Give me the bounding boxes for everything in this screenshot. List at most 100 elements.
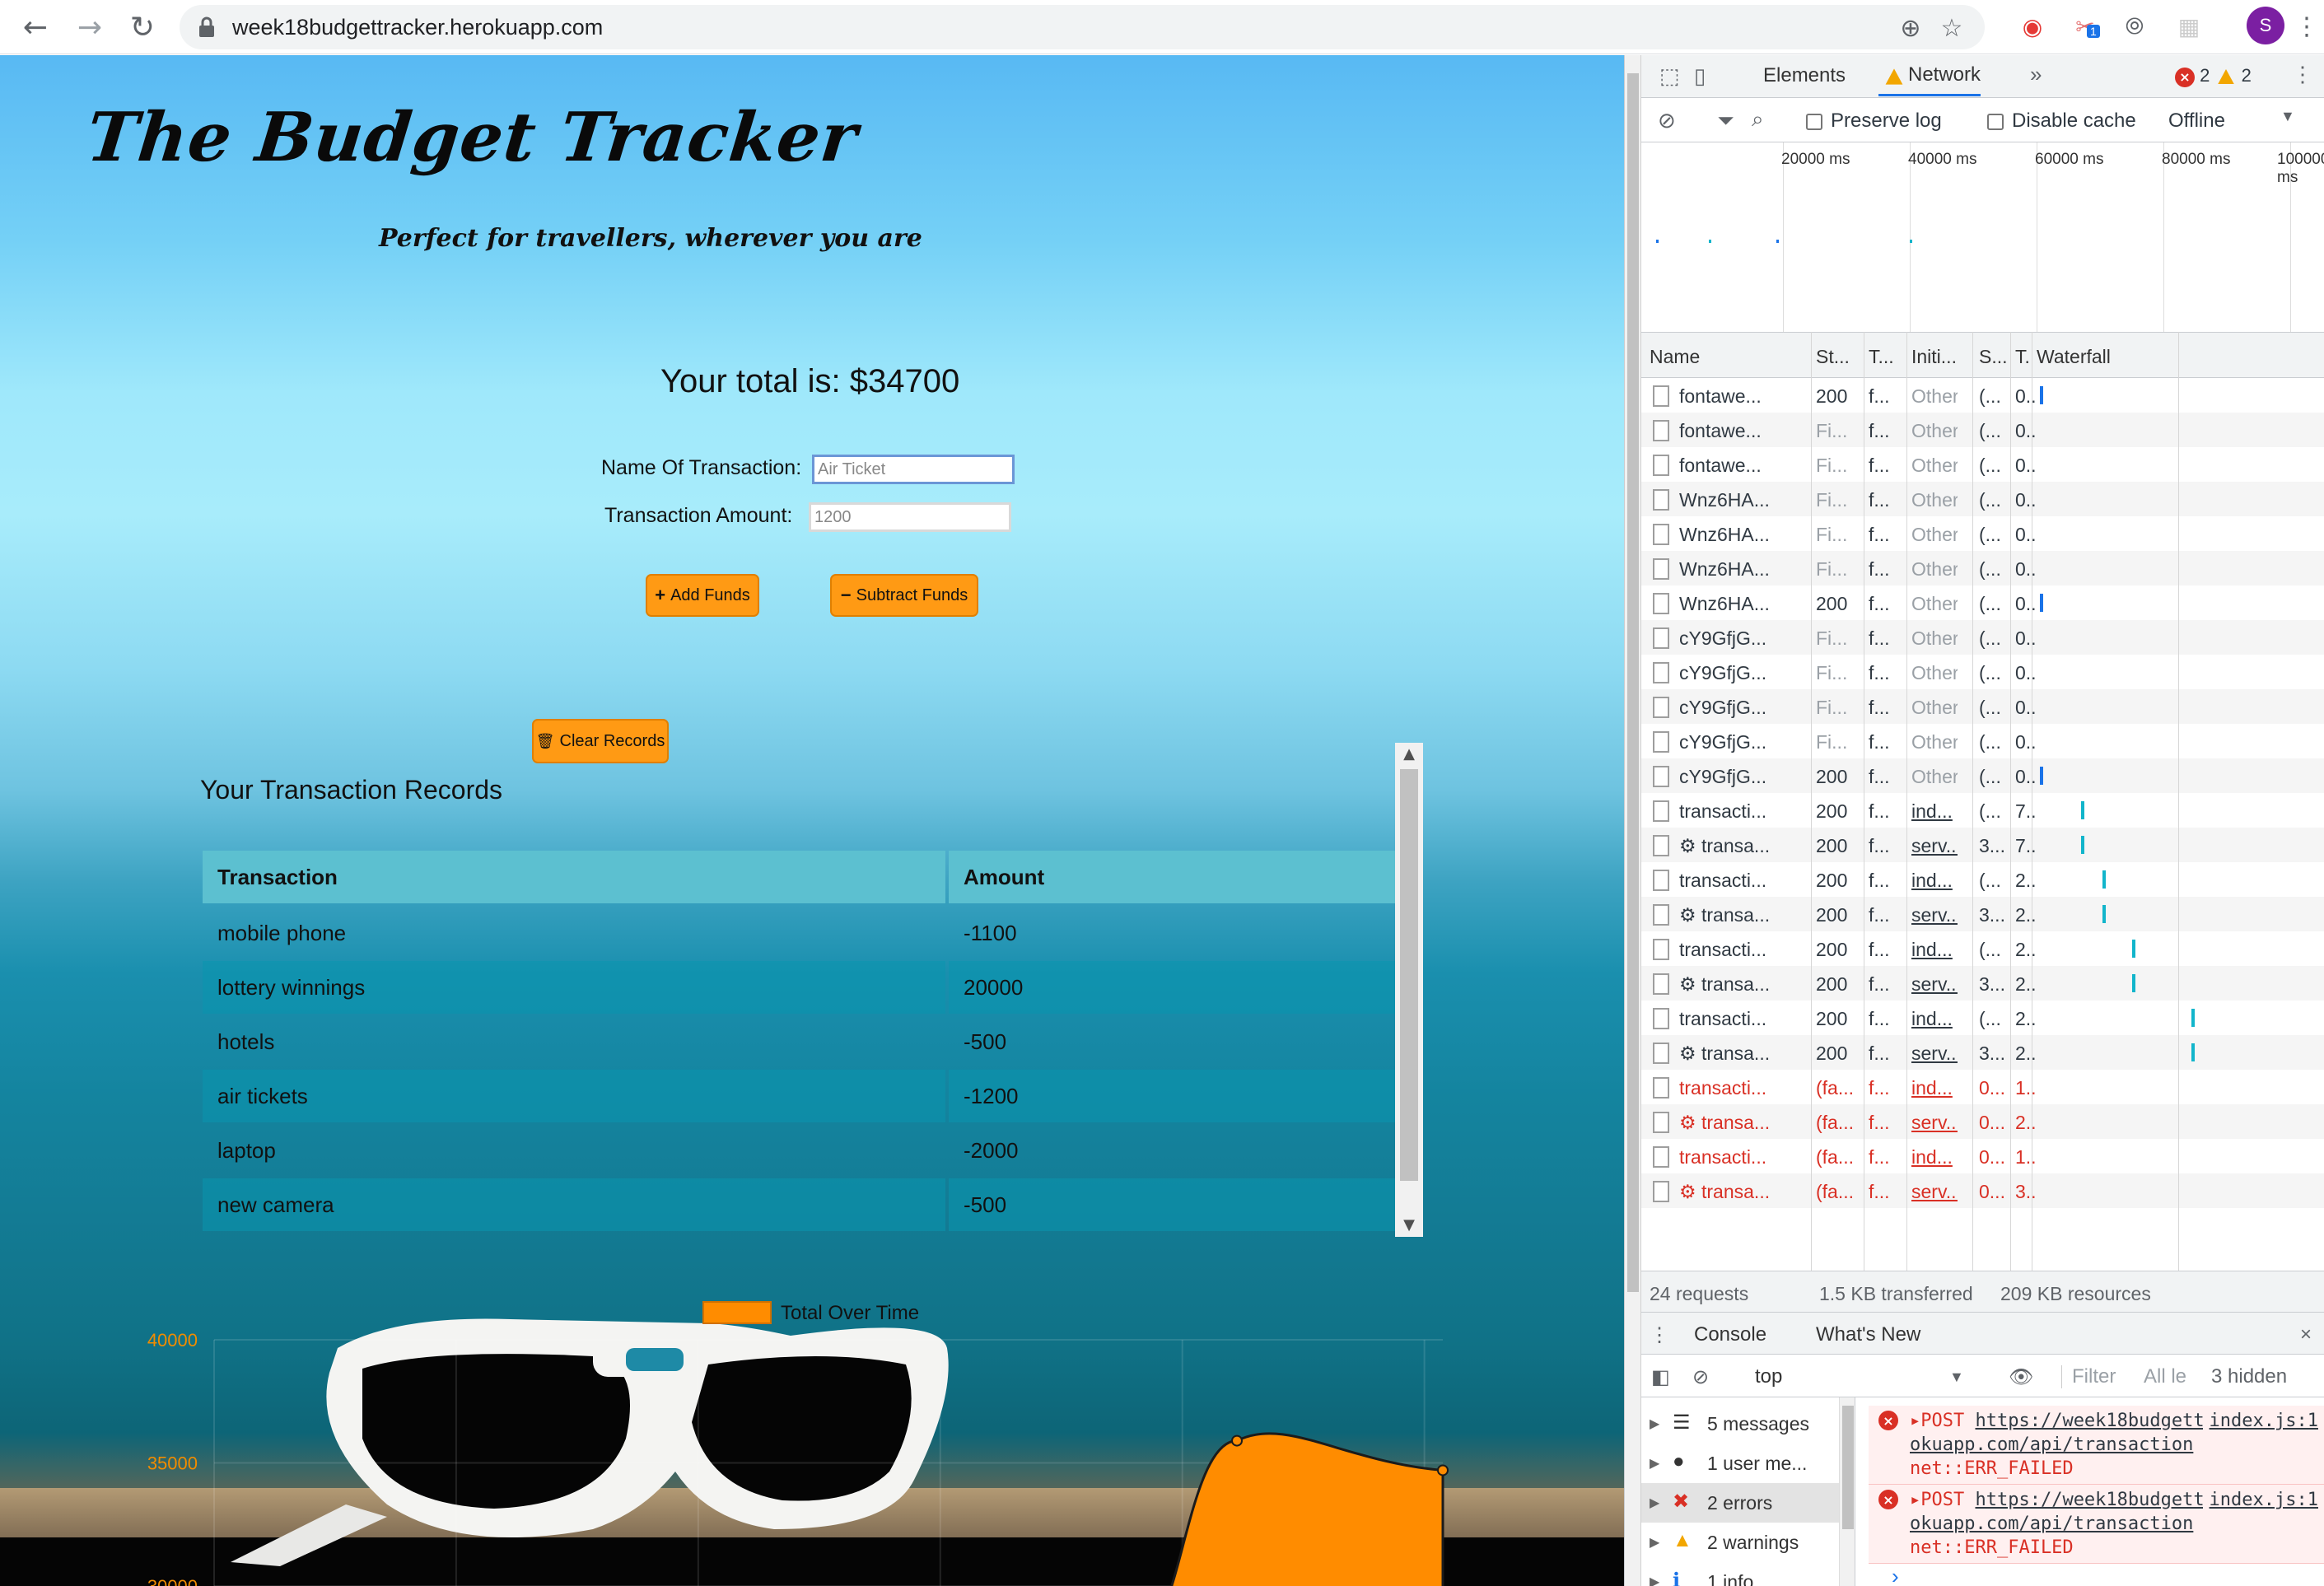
network-request-row[interactable]: Wnz6HA... Fi... f... Other (... 0..	[1641, 482, 2324, 516]
request-init[interactable]: Other	[1911, 489, 1958, 511]
column-header[interactable]: S...	[1979, 346, 2008, 368]
expand-triangle-icon[interactable]: ▶	[1650, 1534, 1659, 1551]
star-bookmark-icon[interactable]: ☆	[1939, 14, 1965, 43]
request-init[interactable]: serv...	[1911, 835, 1958, 857]
expand-triangle-icon[interactable]: ▶	[1650, 1574, 1659, 1586]
console-sidebar-scrollbar[interactable]	[1839, 1397, 1855, 1586]
search-icon[interactable]: ⌕	[1752, 106, 1764, 133]
network-request-row[interactable]: Wnz6HA... Fi... f... Other (... 0..	[1641, 551, 2324, 585]
network-request-row[interactable]: transacti... 200 f... ind... (... 2..	[1641, 1001, 2324, 1035]
console-sidebar-item[interactable]: ▶ ▲ 2 warnings	[1641, 1523, 1839, 1562]
request-init[interactable]: ind...	[1911, 939, 1953, 961]
extension-share-icon[interactable]: ✂ 1	[2069, 10, 2102, 43]
page-scroll-thumb[interactable]	[1627, 73, 1639, 1292]
console-sidebar-item[interactable]: ▶ ℹ 1 info	[1641, 1562, 1839, 1586]
reload-icon[interactable]: ↻	[120, 5, 165, 49]
device-toggle-icon[interactable]: ▯	[1694, 63, 1706, 89]
request-init[interactable]: Other	[1911, 731, 1958, 753]
column-header[interactable]: T.	[2015, 346, 2030, 368]
request-init[interactable]: serv...	[1911, 1043, 1958, 1065]
subtract-funds-button[interactable]: − Subtract Funds	[830, 574, 978, 617]
throttle-select[interactable]: Offline	[2168, 110, 2225, 133]
request-init[interactable]: Other	[1911, 593, 1958, 615]
network-request-row[interactable]: cY9GfjG... Fi... f... Other (... 0..	[1641, 724, 2324, 758]
expand-triangle-icon[interactable]: ▸	[1910, 1411, 1920, 1431]
network-request-row[interactable]: ⚙ transa... 200 f... serv... 3... 2..	[1641, 966, 2324, 1001]
console-sidebar-item[interactable]: ▶ ● 1 user me...	[1641, 1444, 1839, 1483]
chevron-down-icon[interactable]: ▼	[2280, 108, 2295, 125]
request-init[interactable]: serv...	[1911, 1181, 1958, 1203]
clear-records-button[interactable]: 🗑 Clear Records	[532, 719, 669, 763]
scroll-thumb[interactable]	[1400, 769, 1418, 1181]
network-request-row[interactable]: Wnz6HA... 200 f... Other (... 0..	[1641, 585, 2324, 620]
clear-icon[interactable]: ⊘	[1658, 108, 1676, 133]
context-chevron-icon[interactable]: ▼	[1949, 1369, 1964, 1386]
extension-code-icon[interactable]: ⦾	[2118, 10, 2151, 43]
more-tabs-icon[interactable]: »	[2030, 62, 2042, 87]
network-request-row[interactable]: cY9GfjG... 200 f... Other (... 0..	[1641, 758, 2324, 793]
request-init[interactable]: ind...	[1911, 1077, 1953, 1099]
request-init[interactable]: Other	[1911, 524, 1958, 546]
inspect-icon[interactable]: ⬚	[1659, 63, 1680, 89]
request-init[interactable]: Other	[1911, 662, 1958, 684]
network-request-row[interactable]: ⚙ transa... 200 f... serv... 3... 2..	[1641, 1035, 2324, 1070]
expand-triangle-icon[interactable]: ▶	[1650, 1495, 1659, 1511]
transaction-amount-input[interactable]: 1200	[809, 502, 1011, 532]
column-header[interactable]: St...	[1816, 346, 1850, 368]
close-drawer-icon[interactable]: ×	[2300, 1323, 2312, 1346]
request-init[interactable]: Other	[1911, 697, 1958, 719]
clear-console-icon[interactable]: ⊘	[1692, 1365, 1709, 1389]
request-init[interactable]: Other	[1911, 558, 1958, 581]
tab-elements[interactable]: Elements	[1763, 55, 1846, 96]
network-request-row[interactable]: transacti... (fa... f... ind... 0... 1..	[1641, 1139, 2324, 1173]
source-link[interactable]: index.js:1	[2202, 1488, 2318, 1512]
column-header[interactable]: Waterfall	[2037, 346, 2111, 368]
forward-arrow-icon[interactable]: →	[68, 5, 112, 49]
request-init[interactable]: serv...	[1911, 1112, 1958, 1134]
console-prompt[interactable]: ›	[1892, 1564, 1899, 1586]
extension-red-icon[interactable]: ◉	[2016, 10, 2049, 43]
disable-cache-checkbox[interactable]: Disable cache	[1987, 110, 2136, 133]
address-bar[interactable]: week18budgettracker.herokuapp.com ⊕ ☆	[180, 5, 1985, 49]
column-header[interactable]: T...	[1869, 346, 1894, 368]
console-sidebar-item[interactable]: ▶ ✖ 2 errors	[1641, 1483, 1839, 1523]
console-filter-input[interactable]: Filter	[2061, 1365, 2116, 1388]
transaction-name-input[interactable]: Air Ticket	[812, 455, 1015, 484]
scroll-up-arrow-icon[interactable]: ▲	[1395, 743, 1423, 766]
console-error-message[interactable]: × ▸POST https://week18budgettracker.hero…	[1869, 1406, 2324, 1485]
drawer-menu-icon[interactable]: ⋮	[1650, 1323, 1669, 1347]
network-request-row[interactable]: transacti... 200 f... ind... (... 2..	[1641, 862, 2324, 897]
network-request-row[interactable]: Wnz6HA... Fi... f... Other (... 0..	[1641, 516, 2324, 551]
request-init[interactable]: serv...	[1911, 904, 1958, 926]
network-request-row[interactable]: ⚙ transa... (fa... f... serv... 0... 2..	[1641, 1104, 2324, 1139]
request-init[interactable]: ind...	[1911, 800, 1953, 823]
error-counter[interactable]: × 2 2	[2175, 65, 2252, 87]
filter-icon[interactable]: ⏷	[1717, 108, 1734, 134]
table-scrollbar[interactable]: ▲ ▼	[1395, 743, 1423, 1237]
network-request-row[interactable]: fontawe... Fi... f... Other (... 0..	[1641, 413, 2324, 447]
tab-network[interactable]: Network	[1878, 55, 1981, 96]
request-init[interactable]: serv...	[1911, 973, 1958, 996]
network-request-row[interactable]: cY9GfjG... Fi... f... Other (... 0..	[1641, 655, 2324, 689]
extension-grid-icon[interactable]: ▦	[2172, 10, 2205, 43]
column-header[interactable]: Name	[1650, 346, 1700, 368]
network-request-row[interactable]: transacti... (fa... f... ind... 0... 1..	[1641, 1070, 2324, 1104]
request-init[interactable]: Other	[1911, 766, 1958, 788]
network-request-row[interactable]: ⚙ transa... 200 f... serv... 3... 2..	[1641, 897, 2324, 931]
eye-icon[interactable]: 👁	[2009, 1365, 2033, 1389]
console-error-message[interactable]: × ▸POST https://week18budgettracker.hero…	[1869, 1485, 2324, 1564]
context-select[interactable]: top	[1755, 1365, 1782, 1388]
source-link[interactable]: index.js:1	[2202, 1409, 2318, 1433]
request-init[interactable]: ind...	[1911, 870, 1953, 892]
network-request-row[interactable]: ⚙ transa... 200 f... serv... 3... 7..	[1641, 828, 2324, 862]
column-header[interactable]: Initi...	[1911, 346, 1957, 368]
browser-menu-icon[interactable]: ⋮	[2294, 8, 2319, 46]
network-request-row[interactable]: cY9GfjG... Fi... f... Other (... 0..	[1641, 689, 2324, 724]
network-request-row[interactable]: transacti... 200 f... ind... (... 2..	[1641, 931, 2324, 966]
page-scrollbar[interactable]	[1625, 55, 1641, 1586]
tab-console[interactable]: Console	[1694, 1323, 1767, 1358]
network-request-row[interactable]: cY9GfjG... Fi... f... Other (... 0..	[1641, 620, 2324, 655]
log-levels-select[interactable]: All le	[2144, 1365, 2186, 1388]
request-init[interactable]: Other	[1911, 385, 1958, 408]
expand-triangle-icon[interactable]: ▶	[1650, 1416, 1659, 1432]
